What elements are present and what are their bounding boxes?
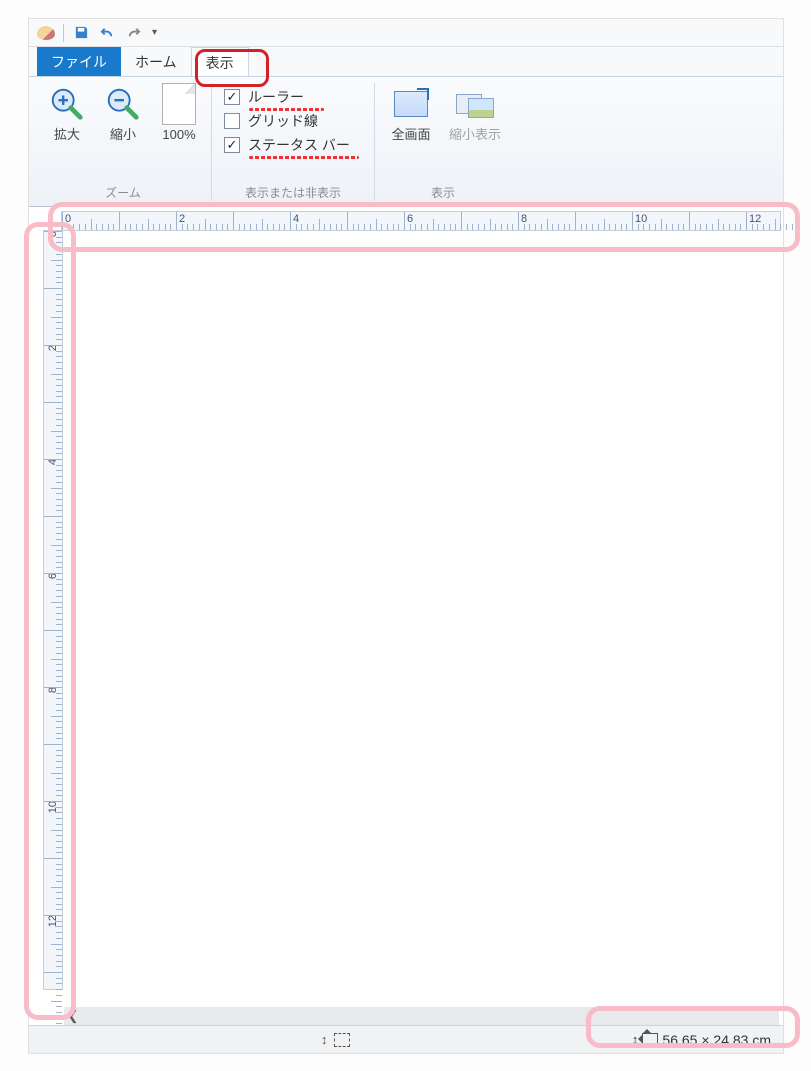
- canvas-area[interactable]: [64, 232, 779, 974]
- horizontal-scrollbar[interactable]: ❮: [64, 1007, 779, 1025]
- horizontal-ruler: 024681012: [61, 211, 781, 231]
- checkbox-statusbar[interactable]: ✓ ステータス バー: [224, 135, 362, 155]
- checkbox-grid[interactable]: グリッド線: [224, 111, 362, 131]
- tab-home[interactable]: ホーム: [121, 47, 191, 76]
- ribbon-view: 拡大 縮小 100% ズーム: [29, 77, 783, 207]
- fullscreen-icon: [394, 91, 428, 117]
- save-button[interactable]: [72, 24, 90, 42]
- group-label-zoom: ズーム: [41, 182, 205, 201]
- page-icon: [162, 83, 196, 125]
- canvas-size-indicator: ↕ 56.65 × 24.83 cm: [632, 1032, 771, 1048]
- undo-button[interactable]: [98, 24, 116, 42]
- checkbox-icon: [224, 113, 240, 129]
- magnifier-plus-icon: [48, 85, 86, 123]
- paint-palette-icon: [37, 26, 55, 40]
- group-label-show: 表示または非表示: [218, 182, 368, 201]
- selection-size-indicator: ↕: [321, 1032, 350, 1047]
- thumbnail-button[interactable]: 縮小表示: [445, 83, 505, 182]
- tab-file[interactable]: ファイル: [37, 47, 121, 76]
- checkbox-icon: ✓: [224, 137, 240, 153]
- ribbon-tabs: ファイル ホーム 表示: [29, 47, 783, 77]
- magnifier-minus-icon: [104, 85, 142, 123]
- undo-icon: [100, 25, 115, 40]
- checkbox-icon: ✓: [224, 89, 240, 105]
- fullscreen-button[interactable]: 全画面: [381, 83, 441, 182]
- zoom-100-button[interactable]: 100%: [153, 83, 205, 182]
- selection-icon: ↕: [321, 1032, 328, 1047]
- redo-icon: [126, 25, 141, 40]
- dimensions-icon: [642, 1033, 658, 1047]
- ribbon-group-zoom: 拡大 縮小 100% ズーム: [35, 83, 212, 201]
- quick-access-toolbar: ▾: [29, 19, 783, 47]
- thumbnail-icon: [456, 90, 494, 118]
- canvas-size-text: 56.65 × 24.83 cm: [662, 1032, 771, 1048]
- redo-button[interactable]: [124, 24, 142, 42]
- group-label-display: 表示: [381, 182, 505, 201]
- tab-view[interactable]: 表示: [191, 47, 249, 76]
- scroll-left-icon[interactable]: ❮: [64, 1007, 82, 1025]
- zoom-out-button[interactable]: 縮小: [97, 83, 149, 182]
- qat-dropdown[interactable]: ▾: [150, 27, 159, 38]
- vertical-ruler: 024681012: [43, 230, 63, 990]
- dashed-box-icon: [334, 1033, 350, 1047]
- zoom-in-button[interactable]: 拡大: [41, 83, 93, 182]
- status-bar: ↕ ↕ 56.65 × 24.83 cm: [29, 1025, 783, 1053]
- checkbox-ruler[interactable]: ✓ ルーラー: [224, 87, 362, 107]
- annotation-underline: [249, 156, 359, 159]
- save-icon: [74, 25, 89, 40]
- paint-window: ▾ ファイル ホーム 表示 拡大: [28, 18, 784, 1054]
- ribbon-group-show: ✓ ルーラー グリッド線 ✓ ステータス バー 表示または非表示: [212, 83, 375, 201]
- ribbon-group-display: 全画面 縮小表示 表示: [375, 83, 511, 201]
